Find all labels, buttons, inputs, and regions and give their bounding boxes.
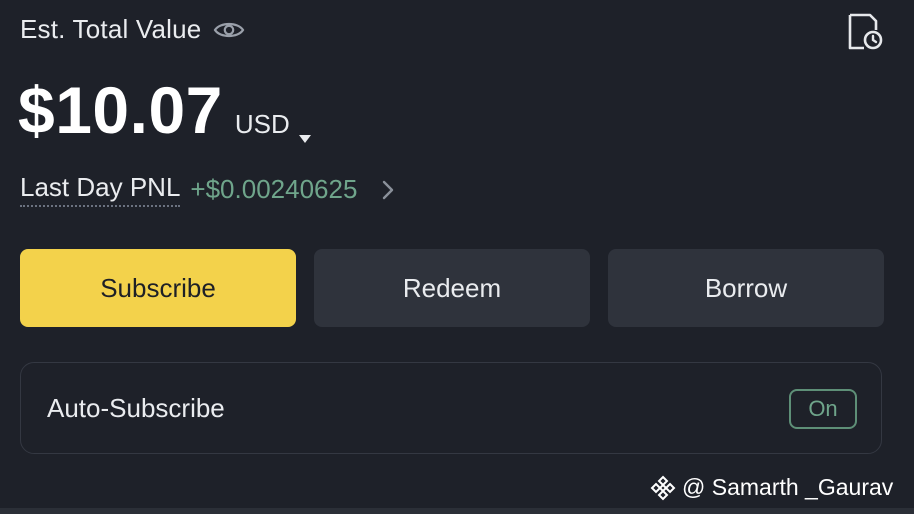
- watermark: @ Samarth _Gaurav: [650, 474, 893, 501]
- currency-label: USD: [234, 109, 290, 139]
- document-clock-icon[interactable]: [844, 12, 884, 52]
- earn-overview-panel: Est. Total Value $10.07 USD Last Day PNL…: [0, 0, 914, 514]
- pnl-value: +$0.00240625: [190, 174, 358, 204]
- watermark-text: @ Samarth _Gaurav: [682, 474, 894, 500]
- pnl-label: Last Day PNL: [20, 172, 181, 207]
- est-total-value-label: Est. Total Value: [20, 14, 202, 44]
- subscribe-button[interactable]: Subscribe: [20, 249, 296, 327]
- currency-selector[interactable]: USD: [234, 109, 312, 143]
- eye-icon[interactable]: [213, 19, 245, 41]
- auto-subscribe-toggle[interactable]: On: [789, 389, 857, 429]
- balance-row: $10.07 USD: [18, 72, 312, 148]
- bottom-divider: [0, 508, 914, 514]
- caret-down-icon: [298, 120, 312, 143]
- header-row: Est. Total Value: [20, 14, 245, 45]
- redeem-button[interactable]: Redeem: [314, 249, 590, 327]
- borrow-button[interactable]: Borrow: [608, 249, 884, 327]
- chevron-right-icon: [381, 179, 395, 201]
- auto-subscribe-label: Auto-Subscribe: [47, 393, 225, 423]
- auto-subscribe-card: Auto-Subscribe On: [20, 362, 882, 454]
- last-day-pnl-row[interactable]: Last Day PNL +$0.00240625: [20, 172, 395, 207]
- total-value-amount: $10.07: [18, 73, 223, 147]
- action-buttons: Subscribe Redeem Borrow: [20, 249, 884, 327]
- binance-logo-icon: [650, 475, 676, 501]
